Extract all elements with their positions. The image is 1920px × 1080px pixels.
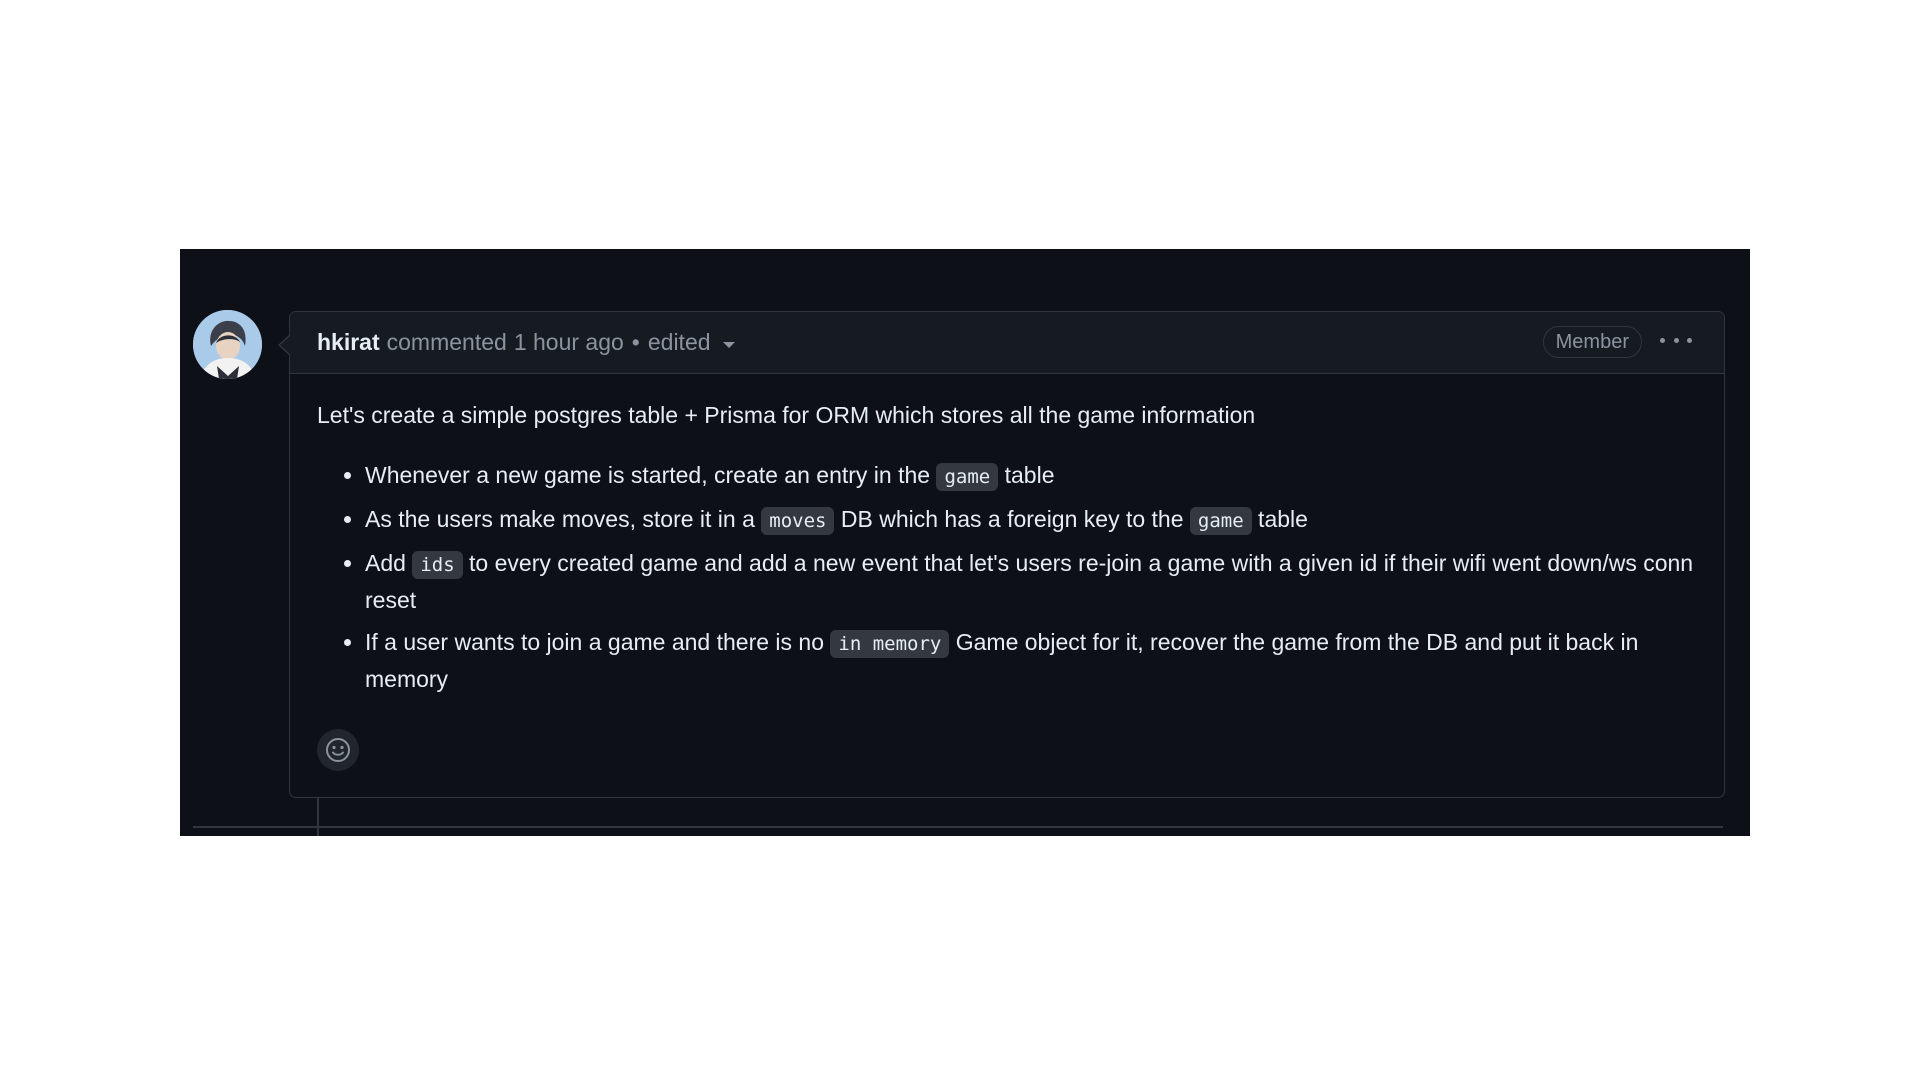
comment-timeline-panel: hkirat commented 1 hour ago • edited Mem… [180, 249, 1750, 836]
avatar-illustration-icon [193, 310, 262, 379]
list-item-text: table [998, 462, 1055, 488]
comment-author[interactable]: hkirat [317, 329, 380, 356]
kebab-horizontal-icon[interactable] [1660, 328, 1692, 352]
inline-code: ids [412, 551, 463, 579]
list-item: Whenever a new game is started, create a… [365, 458, 1697, 495]
list-item: If a user wants to join a game and there… [365, 625, 1697, 697]
edited-label[interactable]: edited [648, 329, 711, 356]
chevron-down-icon[interactable] [722, 341, 735, 348]
add-reaction-button[interactable] [317, 729, 359, 771]
inline-code: game [936, 463, 999, 491]
inline-code: moves [761, 507, 835, 535]
comment-pointer-fill [280, 336, 290, 354]
timeline-divider [193, 826, 1723, 828]
inline-code: in memory [830, 630, 950, 658]
comment-card: hkirat commented 1 hour ago • edited Mem… [289, 311, 1725, 798]
list-item: Add ids to every created game and add a … [365, 546, 1697, 618]
list-item-text: As the users make moves, store it in a [365, 506, 762, 532]
timeline-connector [317, 797, 319, 836]
comment-action: commented [386, 329, 507, 355]
comment-intro: Let's create a simple postgres table + P… [317, 402, 1256, 428]
inline-code: game [1189, 507, 1252, 535]
list-item: As the users make moves, store it in a m… [365, 502, 1697, 539]
list-item-text: Add [365, 550, 413, 576]
comment-bullet-list: Whenever a new game is started, create a… [317, 458, 1697, 697]
smiley-icon [326, 738, 350, 762]
comment-timestamp[interactable]: 1 hour ago [514, 329, 624, 356]
list-item-text: Whenever a new game is started, create a… [365, 462, 937, 488]
comment-body: Let's create a simple postgres table + P… [290, 374, 1724, 697]
header-separator: • [631, 329, 640, 355]
list-item-text: to every created game and add a new even… [365, 550, 1694, 613]
member-badge: Member [1542, 326, 1642, 358]
list-item-text: table [1251, 506, 1308, 532]
list-item-text: If a user wants to join a game and there… [365, 629, 831, 655]
comment-header: hkirat commented 1 hour ago • edited Mem… [290, 312, 1724, 374]
user-avatar[interactable] [193, 310, 262, 379]
list-item-text: DB which has a foreign key to the [834, 506, 1190, 532]
